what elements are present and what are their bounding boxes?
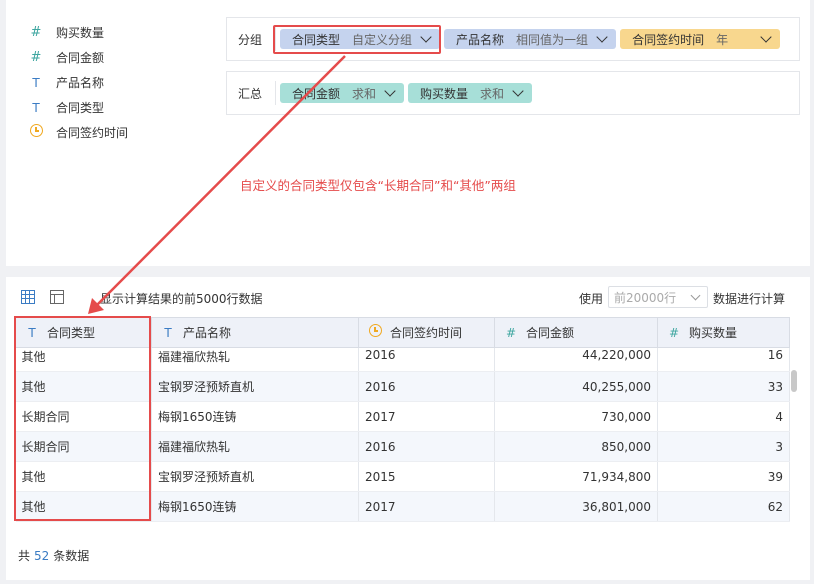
number-icon: # bbox=[668, 326, 680, 340]
table-cell: 850,000 bbox=[494, 431, 658, 462]
column-header[interactable]: 合同签约时间 bbox=[358, 317, 495, 348]
pill-option: 相同值为一组 bbox=[516, 32, 589, 47]
text-icon: T bbox=[164, 326, 172, 340]
column-highlight-box bbox=[14, 316, 151, 521]
table-cell: 36,801,000 bbox=[494, 491, 658, 522]
chevron-down-icon[interactable] bbox=[596, 31, 608, 43]
number-icon: # bbox=[30, 50, 42, 65]
table-cell: 4 bbox=[657, 401, 790, 432]
pill-name: 合同签约时间 bbox=[632, 32, 705, 47]
column-header[interactable]: # 购买数量 bbox=[657, 317, 790, 348]
table-view-icon[interactable] bbox=[21, 290, 35, 304]
number-icon: # bbox=[30, 25, 42, 40]
divider bbox=[275, 81, 276, 105]
chevron-down-icon[interactable] bbox=[512, 85, 524, 97]
clock-icon bbox=[28, 124, 44, 141]
result-limit-text: 显示计算结果的前5000行数据 bbox=[100, 292, 263, 306]
table-cell: 2015 bbox=[358, 461, 495, 492]
row-limit-select[interactable]: 前20000行 bbox=[608, 286, 708, 308]
table-cell: 730,000 bbox=[494, 401, 658, 432]
summary-label: 汇总 bbox=[238, 86, 263, 101]
table-cell: 33 bbox=[657, 371, 790, 402]
table-cell: 16 bbox=[657, 347, 790, 372]
chevron-down-icon[interactable] bbox=[760, 31, 772, 43]
pill-option: 求和 bbox=[352, 86, 377, 101]
select-placeholder: 前20000行 bbox=[614, 290, 677, 305]
header-label: 产品名称 bbox=[183, 326, 232, 340]
count-suffix: 条数据 bbox=[53, 549, 90, 563]
pill-option: 求和 bbox=[480, 86, 505, 101]
pill-name: 产品名称 bbox=[456, 32, 505, 47]
pill-option: 年 bbox=[716, 32, 729, 47]
table-cell: 40,255,000 bbox=[494, 371, 658, 402]
table-cell: 2016 bbox=[358, 371, 495, 402]
table-cell: 62 bbox=[657, 491, 790, 522]
table-cell: 2016 bbox=[358, 431, 495, 462]
table-cell: 39 bbox=[657, 461, 790, 492]
table-cell: 宝钢罗泾预矫直机 bbox=[151, 371, 359, 402]
chevron-down-icon bbox=[690, 290, 701, 301]
use-label: 使用 bbox=[579, 292, 604, 306]
field-name: 购买数量 bbox=[56, 26, 105, 40]
header-label: 合同签约时间 bbox=[390, 326, 463, 340]
field-item[interactable]: # 购买数量 bbox=[28, 20, 128, 45]
table-cell: 梅钢1650连铸 bbox=[151, 401, 359, 432]
layout-icon[interactable] bbox=[50, 290, 64, 304]
summary-drop-zone[interactable]: 汇总 合同金额 求和 购买数量 求和 bbox=[226, 71, 800, 115]
field-item[interactable]: 合同签约时间 bbox=[28, 120, 128, 145]
table-cell: 宝钢罗泾预矫直机 bbox=[151, 461, 359, 492]
pill-name: 合同金额 bbox=[292, 86, 341, 101]
text-icon: T bbox=[32, 75, 40, 90]
annotation-text: 自定义的合同类型仅包含“长期合同”和“其他”两组 bbox=[240, 178, 516, 193]
clock-icon bbox=[368, 324, 382, 340]
field-item[interactable]: # 合同金额 bbox=[28, 45, 128, 70]
table-cell: 2017 bbox=[358, 401, 495, 432]
vertical-scrollbar[interactable] bbox=[791, 370, 797, 392]
field-name: 合同签约时间 bbox=[56, 126, 129, 140]
table-cell: 44,220,000 bbox=[494, 347, 658, 372]
header-label: 购买数量 bbox=[689, 326, 738, 340]
table-cell: 福建福欣热轧 bbox=[151, 347, 359, 372]
field-name: 合同类型 bbox=[56, 101, 105, 115]
chevron-down-icon[interactable] bbox=[384, 85, 396, 97]
field-name: 合同金额 bbox=[56, 51, 105, 65]
count-prefix: 共 bbox=[18, 549, 31, 563]
header-label: 合同金额 bbox=[526, 326, 575, 340]
summary-pill-amount[interactable]: 合同金额 求和 bbox=[280, 83, 405, 103]
column-header[interactable]: # 合同金额 bbox=[494, 317, 658, 348]
group-label: 分组 bbox=[238, 32, 263, 47]
table-cell: 3 bbox=[657, 431, 790, 462]
table-cell: 2017 bbox=[358, 491, 495, 522]
pill-name: 购买数量 bbox=[420, 86, 469, 101]
field-item[interactable]: T 合同类型 bbox=[28, 95, 128, 120]
table-cell: 福建福欣热轧 bbox=[151, 431, 359, 462]
count-value: 52 bbox=[34, 549, 50, 563]
table-cell: 71,934,800 bbox=[494, 461, 658, 492]
summary-pill-quantity[interactable]: 购买数量 求和 bbox=[408, 83, 533, 103]
highlight-box bbox=[273, 25, 441, 54]
number-icon: # bbox=[505, 326, 517, 340]
calc-text: 数据进行计算 bbox=[713, 292, 786, 306]
table-cell: 2016 bbox=[358, 347, 495, 372]
table-cell: 梅钢1650连铸 bbox=[151, 491, 359, 522]
group-pill-sign-time[interactable]: 合同签约时间 年 bbox=[620, 29, 781, 49]
column-header[interactable]: T 产品名称 bbox=[151, 317, 359, 348]
field-name: 产品名称 bbox=[56, 76, 105, 90]
text-icon: T bbox=[32, 100, 40, 115]
field-item[interactable]: T 产品名称 bbox=[28, 70, 128, 95]
group-pill-product-name[interactable]: 产品名称 相同值为一组 bbox=[444, 29, 617, 49]
field-list: # 购买数量 # 合同金额 T 产品名称 T 合同类型 合同签约时间 bbox=[28, 20, 128, 145]
row-count: 共 52 条数据 bbox=[18, 547, 89, 564]
